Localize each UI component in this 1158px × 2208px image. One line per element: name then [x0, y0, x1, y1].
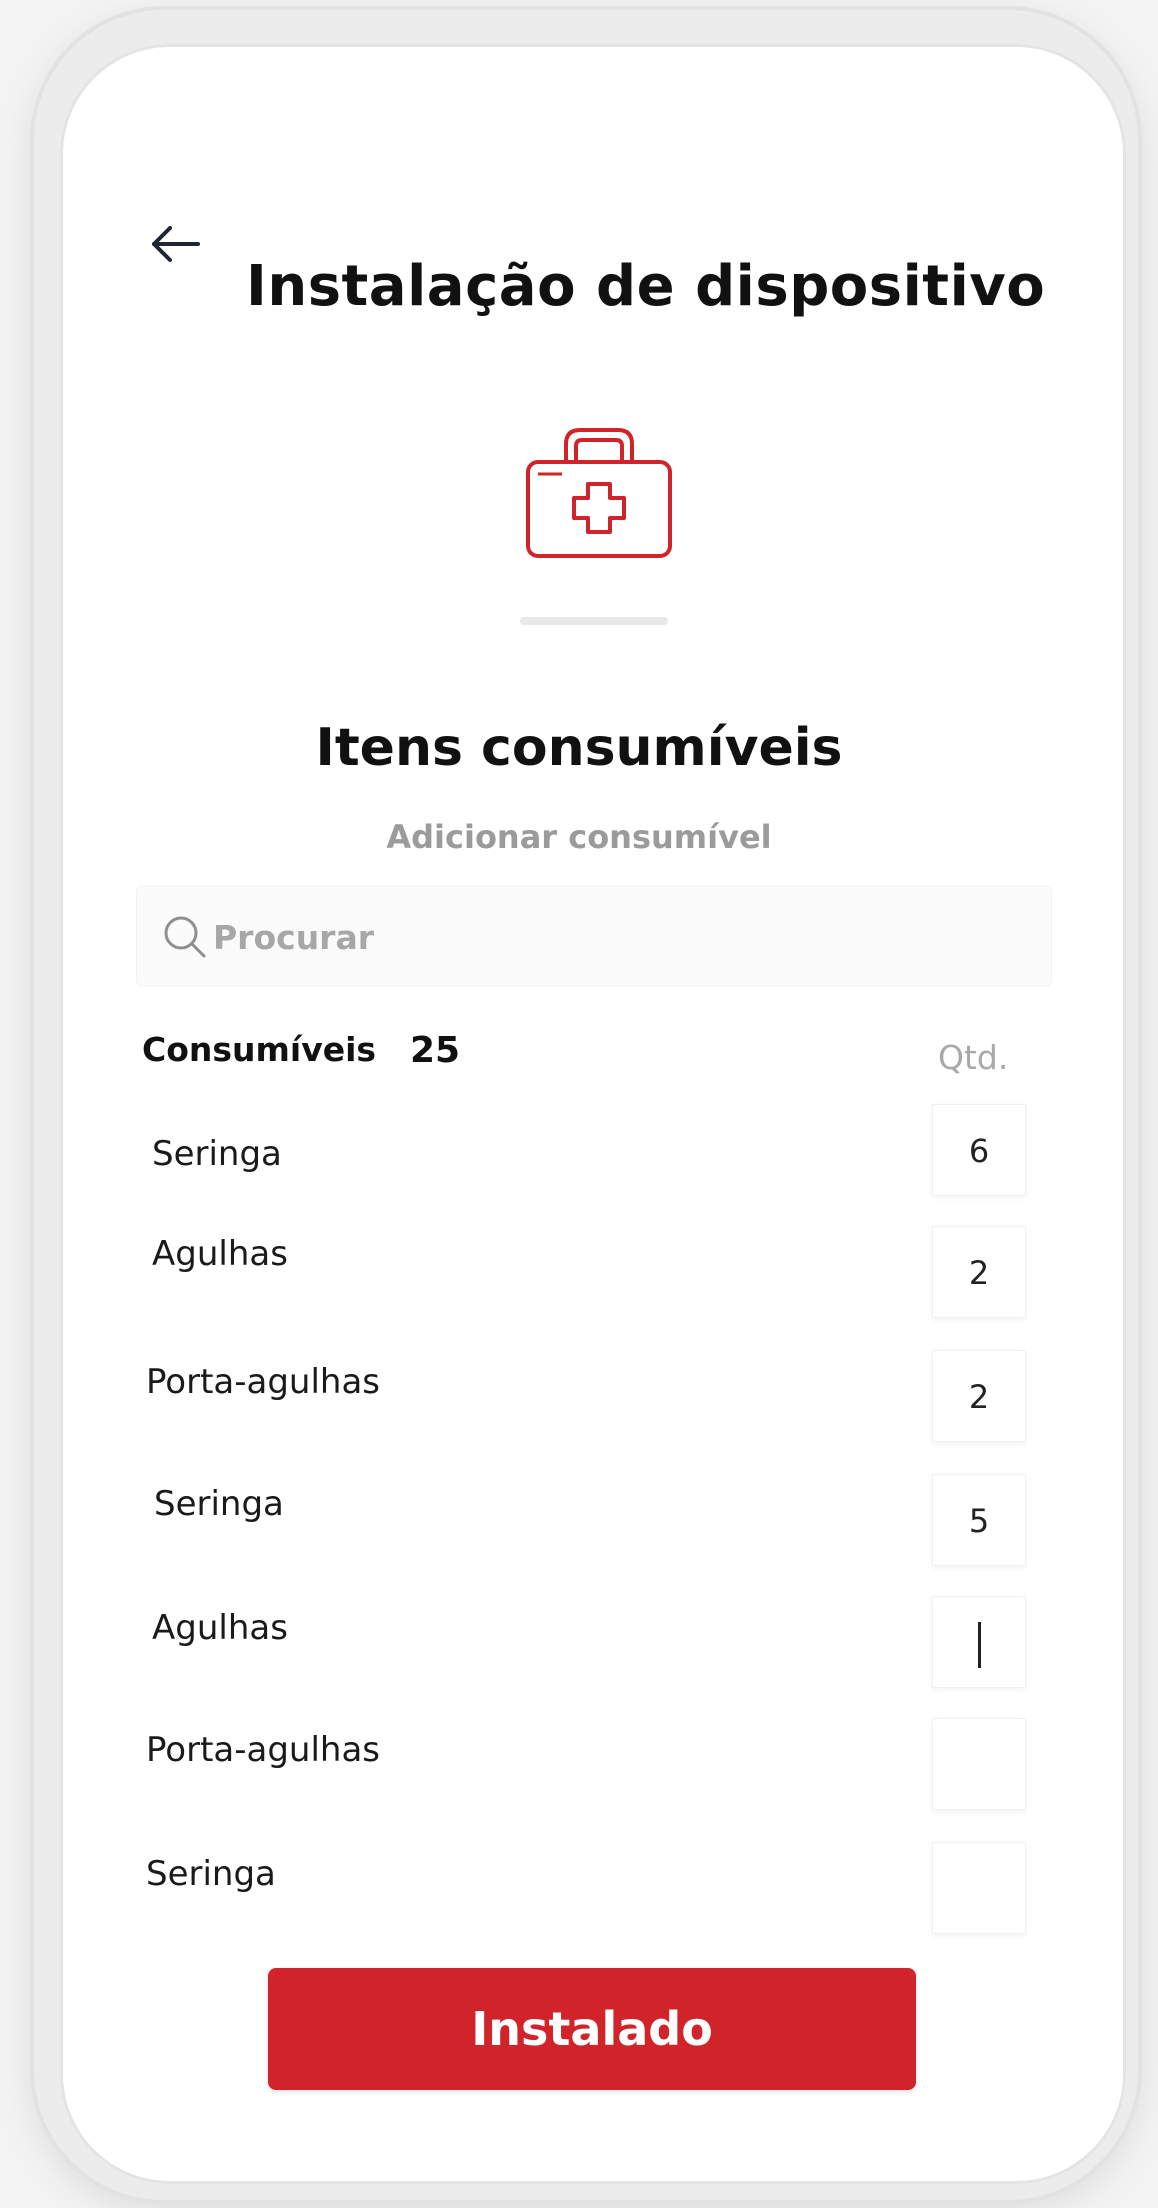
page-title: Instalação de dispositivo [246, 254, 1046, 319]
list-header-label: Consumíveis [142, 1030, 377, 1069]
qty-column-header: Qtd. [938, 1038, 1009, 1077]
list-item-name: Seringa [152, 1134, 282, 1174]
search-icon [164, 916, 206, 958]
qty-input[interactable]: 2 [932, 1350, 1026, 1442]
search-input[interactable] [211, 911, 1015, 963]
list-item-name: Agulhas [152, 1608, 288, 1648]
list-count: 25 [410, 1030, 461, 1071]
back-button[interactable] [146, 214, 206, 274]
list-item-name: Seringa [154, 1484, 284, 1524]
text-cursor [977, 1622, 981, 1668]
qty-input-focused[interactable] [932, 1596, 1026, 1688]
search-box[interactable] [136, 886, 1052, 986]
installed-button[interactable]: Instalado [268, 1968, 916, 2090]
qty-input[interactable] [932, 1718, 1026, 1810]
add-consumable-link[interactable]: Adicionar consumível [0, 818, 1158, 856]
list-item-name: Porta-agulhas [146, 1730, 381, 1770]
qty-input[interactable]: 2 [932, 1226, 1026, 1318]
qty-input[interactable] [932, 1842, 1026, 1934]
list-item-name: Agulhas [152, 1234, 288, 1274]
qty-input[interactable]: 5 [932, 1474, 1026, 1566]
list-item-name: Porta-agulhas [146, 1362, 381, 1402]
divider [520, 617, 668, 625]
qty-input[interactable]: 6 [932, 1104, 1026, 1196]
first-aid-kit-icon [526, 428, 672, 558]
arrow-left-icon [152, 226, 200, 262]
list-item-name: Seringa [146, 1854, 276, 1894]
section-title: Itens consumíveis [315, 718, 843, 778]
